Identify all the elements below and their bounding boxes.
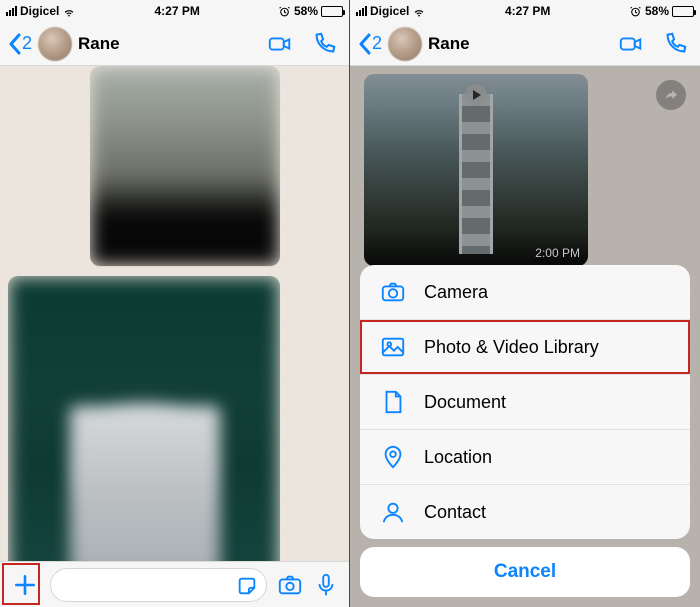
carrier-label: Digicel — [370, 4, 409, 18]
signal-icon — [6, 6, 17, 16]
sheet-photo-video[interactable]: Photo & Video Library — [360, 320, 690, 375]
sheet-location[interactable]: Location — [360, 430, 690, 485]
mic-icon[interactable] — [313, 572, 339, 598]
sheet-document-label: Document — [424, 392, 506, 413]
camera-shortcut-icon[interactable] — [277, 572, 303, 598]
voice-call-icon[interactable] — [311, 31, 337, 57]
avatar[interactable] — [388, 27, 422, 61]
avatar[interactable] — [38, 27, 72, 61]
battery-pct: 58% — [294, 4, 318, 18]
sheet-contact-label: Contact — [424, 502, 486, 523]
status-bar: Digicel 4:27 PM 58% — [0, 0, 349, 22]
battery-icon — [321, 6, 343, 17]
status-time: 4:27 PM — [154, 4, 199, 18]
nav-bar: 2 Rane — [350, 22, 700, 66]
alarm-icon — [629, 5, 642, 18]
phone-right: Digicel 4:27 PM 58% 2 Rane — [350, 0, 700, 607]
back-count: 2 — [22, 33, 32, 54]
back-button[interactable]: 2 — [358, 33, 382, 55]
attachment-action-sheet: Camera Photo & Video Library Document Lo… — [360, 265, 690, 597]
sheet-camera[interactable]: Camera — [360, 265, 690, 320]
signal-icon — [356, 6, 367, 16]
photo-icon — [380, 334, 406, 360]
contact-name[interactable]: Rane — [428, 34, 612, 54]
contact-icon — [380, 499, 406, 525]
message-media-2[interactable] — [8, 276, 280, 561]
attach-button[interactable] — [10, 570, 40, 600]
nav-bar: 2 Rane — [0, 22, 349, 66]
message-input[interactable] — [50, 568, 267, 602]
carrier-label: Digicel — [20, 4, 59, 18]
back-count: 2 — [372, 33, 382, 54]
battery-pct: 58% — [645, 4, 669, 18]
wifi-icon — [62, 4, 76, 18]
status-bar: Digicel 4:27 PM 58% — [350, 0, 700, 22]
video-call-icon[interactable] — [618, 31, 644, 57]
camera-icon — [380, 279, 406, 305]
battery-icon — [672, 6, 694, 17]
chat-area[interactable]: 2:00 PM I agree Camera Photo & Video Lib — [350, 66, 700, 607]
sheet-contact[interactable]: Contact — [360, 485, 690, 539]
phone-left: Digicel 4:27 PM 58% 2 Rane — [0, 0, 350, 607]
location-icon — [380, 444, 406, 470]
sheet-cancel[interactable]: Cancel — [360, 547, 690, 597]
contact-name[interactable]: Rane — [78, 34, 261, 54]
chat-area[interactable] — [0, 66, 349, 561]
wifi-icon — [412, 4, 426, 18]
document-icon — [380, 389, 406, 415]
sheet-document[interactable]: Document — [360, 375, 690, 430]
sheet-camera-label: Camera — [424, 282, 488, 303]
input-bar — [0, 561, 349, 607]
sticker-icon[interactable] — [236, 575, 258, 597]
voice-call-icon[interactable] — [662, 31, 688, 57]
video-call-icon[interactable] — [267, 31, 293, 57]
sheet-location-label: Location — [424, 447, 492, 468]
back-button[interactable]: 2 — [8, 33, 32, 55]
sheet-cancel-label: Cancel — [494, 561, 556, 582]
alarm-icon — [278, 5, 291, 18]
sheet-photo-video-label: Photo & Video Library — [424, 337, 599, 358]
message-media-1[interactable] — [90, 66, 280, 266]
status-time: 4:27 PM — [505, 4, 550, 18]
